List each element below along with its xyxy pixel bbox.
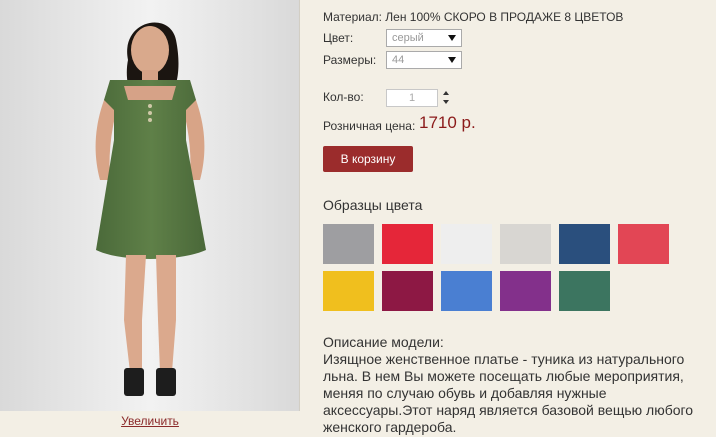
color-swatch[interactable] — [559, 271, 610, 311]
size-label: Размеры: — [323, 53, 377, 67]
color-select-value: серый — [392, 32, 424, 44]
arrow-down-icon[interactable] — [443, 100, 449, 104]
price-label: Розничная цена: — [323, 119, 416, 133]
quantity-input[interactable]: 1 — [386, 89, 438, 107]
chevron-down-icon — [448, 57, 456, 63]
arrow-up-icon[interactable] — [443, 91, 449, 95]
description: Описание модели: Изящное женственное пла… — [323, 334, 703, 436]
price-value: 1710 р. — [419, 113, 476, 132]
color-select[interactable]: серый — [386, 29, 462, 47]
size-select-value: 44 — [392, 54, 405, 66]
color-swatch[interactable] — [382, 271, 433, 311]
color-swatch[interactable] — [618, 224, 669, 264]
color-swatch[interactable] — [559, 224, 610, 264]
color-swatch[interactable] — [441, 224, 492, 264]
chevron-down-icon — [448, 35, 456, 41]
material-line: Материал: Лен 100% СКОРО В ПРОДАЖЕ 8 ЦВЕ… — [323, 10, 624, 24]
color-swatch[interactable] — [441, 271, 492, 311]
size-select[interactable]: 44 — [386, 51, 462, 69]
color-swatch[interactable] — [382, 224, 433, 264]
color-swatch[interactable] — [500, 224, 551, 264]
color-swatch[interactable] — [500, 271, 551, 311]
swatches-title: Образцы цвета — [323, 197, 423, 213]
add-to-cart-button[interactable]: В корзину — [323, 146, 413, 172]
model-image — [0, 0, 299, 411]
description-text: Изящное женственное платье - туника из н… — [323, 351, 694, 435]
description-title: Описание модели: — [323, 334, 444, 350]
product-photo[interactable] — [0, 0, 300, 411]
zoom-link[interactable]: Увеличить — [0, 414, 300, 428]
qty-label: Кол-во: — [323, 90, 364, 104]
color-swatch[interactable] — [323, 271, 374, 311]
color-label: Цвет: — [323, 31, 354, 45]
quantity-stepper[interactable] — [443, 90, 449, 106]
color-swatch[interactable] — [323, 224, 374, 264]
